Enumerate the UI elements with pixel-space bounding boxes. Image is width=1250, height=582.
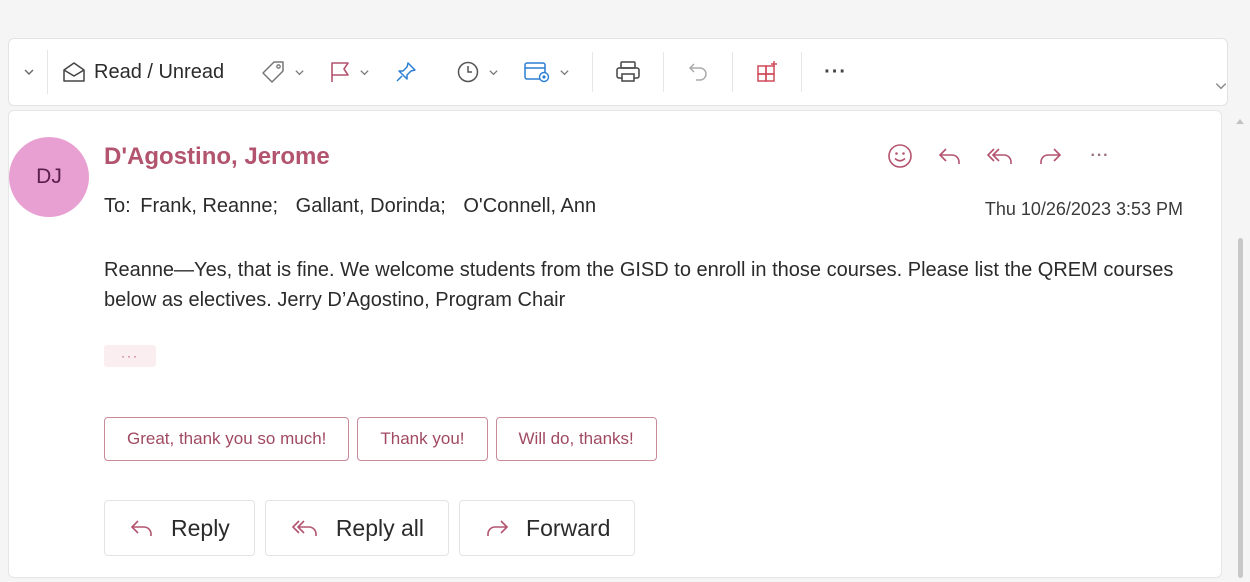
chevron-down-icon[interactable] <box>1214 79 1228 93</box>
sender-name[interactable]: D'Agostino, Jerome <box>104 143 330 171</box>
flag-button[interactable] <box>321 50 378 94</box>
scroll-thumb[interactable] <box>1238 238 1243 578</box>
message-body: Reanne—Yes, that is fine. We welcome stu… <box>104 259 1174 311</box>
toolbar-divider <box>592 52 594 92</box>
recipients-line: To: Frank, Reanne; Gallant, Dorinda; O'C… <box>104 195 596 218</box>
print-icon <box>615 60 641 84</box>
forward-icon <box>1037 145 1063 167</box>
flag-icon <box>329 60 351 84</box>
message-more-button[interactable]: ··· <box>1075 135 1125 177</box>
chevron-down-icon <box>294 67 305 78</box>
suggested-reply-button[interactable]: Thank you! <box>357 417 488 461</box>
to-label: To: <box>104 195 131 217</box>
read-unread-button[interactable]: Read / Unread <box>54 50 232 94</box>
envelope-open-icon <box>62 61 86 83</box>
reply-icon <box>937 145 963 167</box>
emoji-icon <box>887 143 913 169</box>
recipient[interactable]: Frank, Reanne; <box>140 195 278 217</box>
response-buttons: Reply Reply all Forward <box>104 500 636 556</box>
more-icon: ··· <box>1090 147 1110 164</box>
chevron-down-icon <box>559 67 570 78</box>
undo-icon <box>686 60 710 84</box>
pin-icon <box>394 60 418 84</box>
read-unread-label: Read / Unread <box>94 60 225 83</box>
reply-all-icon <box>985 145 1015 167</box>
reading-pane-scrollbar[interactable] <box>1233 110 1247 580</box>
ribbon-toolbar: Read / Unread ··· <box>8 38 1228 106</box>
apps-icon <box>755 60 779 84</box>
rules-icon <box>523 60 551 84</box>
recipient[interactable]: Gallant, Dorinda; <box>296 195 446 217</box>
reply-all-label: Reply all <box>335 514 425 541</box>
forward-action-button[interactable] <box>1025 135 1075 177</box>
message-card: DJ D'Agostino, Jerome ··· To: Frank, Rea… <box>8 110 1222 578</box>
reply-label: Reply <box>171 514 230 541</box>
avatar[interactable]: DJ <box>9 137 89 217</box>
tag-icon <box>260 60 286 84</box>
forward-button[interactable]: Forward <box>459 500 636 556</box>
more-icon: ··· <box>824 60 848 83</box>
toolbar-divider <box>47 50 48 94</box>
reply-all-icon <box>290 517 320 539</box>
forward-label: Forward <box>526 514 611 541</box>
chevron-down-icon <box>23 66 35 78</box>
recipient[interactable]: O'Connell, Ann <box>463 195 596 217</box>
forward-icon <box>484 517 510 539</box>
clock-icon <box>456 60 480 84</box>
print-button[interactable] <box>607 50 649 94</box>
chevron-down-icon <box>359 67 370 78</box>
apps-button[interactable] <box>747 50 787 94</box>
reply-all-button[interactable]: Reply all <box>264 500 450 556</box>
reply-action-button[interactable] <box>925 135 975 177</box>
toolbar-divider <box>801 52 803 92</box>
more-options-button[interactable]: ··· <box>816 50 855 94</box>
reply-all-action-button[interactable] <box>975 135 1025 177</box>
scroll-up-arrow-icon[interactable] <box>1236 118 1244 124</box>
message-date: Thu 10/26/2023 3:53 PM <box>984 199 1183 219</box>
reply-button[interactable]: Reply <box>104 500 255 556</box>
message-actions: ··· <box>875 135 1125 177</box>
toolbar-divider <box>732 52 734 92</box>
snooze-button[interactable] <box>448 50 507 94</box>
toolbar-divider <box>663 52 665 92</box>
chevron-down-icon <box>488 67 499 78</box>
categorize-button[interactable] <box>252 50 313 94</box>
undo-button[interactable] <box>678 50 718 94</box>
show-quoted-text-button[interactable]: ··· <box>104 345 156 367</box>
rules-button[interactable] <box>515 50 578 94</box>
suggested-reply-button[interactable]: Will do, thanks! <box>495 417 657 461</box>
react-button[interactable] <box>875 135 925 177</box>
collapse-dropdown-button[interactable] <box>15 50 43 94</box>
suggested-replies: Great, thank you so much! Thank you! Wil… <box>104 417 657 461</box>
suggested-reply-button[interactable]: Great, thank you so much! <box>104 417 350 461</box>
reply-icon <box>129 517 155 539</box>
pin-button[interactable] <box>386 50 426 94</box>
